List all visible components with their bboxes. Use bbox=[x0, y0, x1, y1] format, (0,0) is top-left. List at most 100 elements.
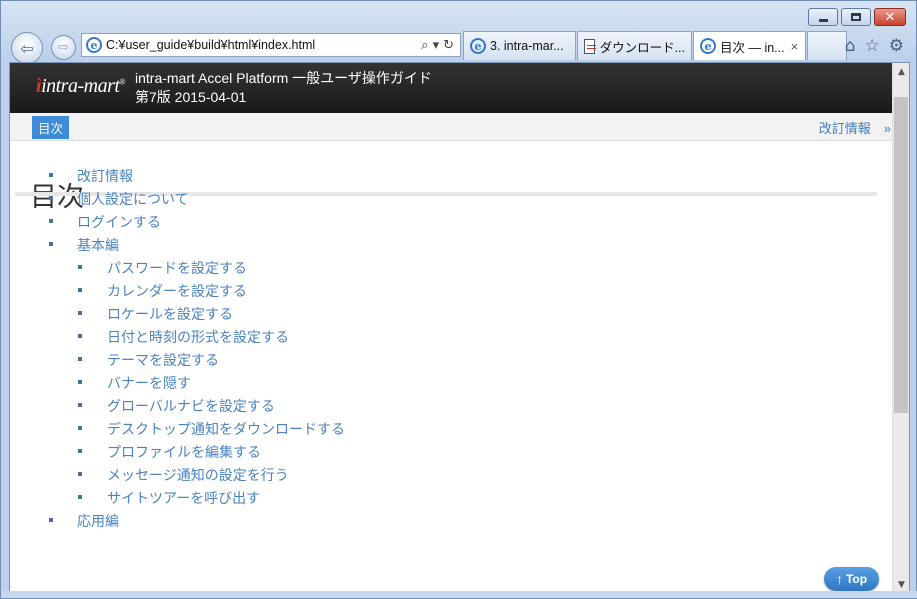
bullet-icon bbox=[78, 403, 82, 407]
refresh-icon[interactable]: ↻ bbox=[443, 38, 454, 53]
toc-item[interactable]: グローバルナビを設定する bbox=[10, 394, 870, 417]
minimize-icon bbox=[818, 18, 828, 22]
bullet-icon bbox=[78, 472, 82, 476]
scroll-up-icon[interactable]: ▲ bbox=[893, 63, 909, 80]
tab-label: 3. intra-mar... bbox=[490, 39, 564, 53]
window-bottom-border bbox=[1, 591, 917, 598]
toc-item[interactable]: カレンダーを設定する bbox=[10, 279, 870, 302]
minimize-button[interactable] bbox=[808, 8, 838, 26]
window-controls: ✕ bbox=[808, 8, 906, 26]
toc-link[interactable]: プロファイルを編集する bbox=[107, 442, 261, 462]
toc-link[interactable]: ログインする bbox=[77, 212, 161, 232]
search-icon[interactable]: ⌕ bbox=[421, 38, 428, 53]
logo-text: intra-mart bbox=[41, 75, 120, 97]
toc-item[interactable]: プロファイルを編集する bbox=[10, 440, 870, 463]
bullet-icon bbox=[78, 495, 82, 499]
bullet-icon bbox=[78, 265, 82, 269]
vertical-scrollbar[interactable]: ▲ ▼ bbox=[892, 63, 909, 591]
toolbar-icons: ⌂ ☆ ⚙ bbox=[845, 36, 904, 56]
toc-item[interactable]: パスワードを設定する bbox=[10, 256, 870, 279]
maximize-icon bbox=[851, 13, 861, 21]
toc-item[interactable]: 応用編 bbox=[10, 509, 870, 532]
toc-item[interactable]: ロケールを設定する bbox=[10, 302, 870, 325]
bullet-icon bbox=[78, 311, 82, 315]
bullet-icon bbox=[78, 288, 82, 292]
tab-intra-mart[interactable]: e 3. intra-mar... bbox=[463, 31, 576, 60]
bullet-icon bbox=[78, 449, 82, 453]
toc-link[interactable]: サイトツアーを呼び出す bbox=[107, 488, 260, 508]
revision-info-link[interactable]: 改訂情報 » bbox=[819, 118, 891, 137]
bullet-icon bbox=[78, 334, 82, 338]
toc-link[interactable]: パスワードを設定する bbox=[107, 258, 247, 278]
toc-link[interactable]: バナーを隠す bbox=[107, 373, 191, 393]
toc-link[interactable]: メッセージ通知の設定を行う bbox=[107, 465, 289, 485]
toc-item[interactable]: ログインする bbox=[10, 210, 870, 233]
scroll-down-icon[interactable]: ▼ bbox=[893, 576, 909, 591]
tab-label: 目次 — in... bbox=[720, 40, 785, 55]
intra-mart-logo[interactable]: ìintra-mart® bbox=[36, 75, 125, 98]
back-button[interactable]: ⇦ bbox=[11, 32, 43, 64]
toc-link[interactable]: 個人設定について bbox=[77, 189, 189, 209]
bullet-icon bbox=[49, 219, 53, 223]
scrollbar-thumb[interactable] bbox=[894, 97, 908, 413]
toc-item[interactable]: 改訂情報 bbox=[10, 164, 870, 187]
favorites-star-icon[interactable]: ☆ bbox=[865, 36, 880, 56]
close-icon: ✕ bbox=[884, 9, 896, 25]
top-label: Top bbox=[845, 572, 868, 586]
new-tab-button[interactable] bbox=[807, 31, 847, 60]
address-url[interactable]: C:¥user_guide¥build¥html¥index.html bbox=[106, 38, 421, 52]
ie-icon: e bbox=[86, 37, 102, 53]
toc-item[interactable]: メッセージ通知の設定を行う bbox=[10, 463, 870, 486]
site-header: ìintra-mart® intra-mart Accel Platform 一… bbox=[10, 63, 909, 113]
forward-button[interactable]: ⇨ bbox=[51, 35, 76, 60]
dropdown-icon[interactable]: ▾ bbox=[433, 38, 440, 53]
toc-item[interactable]: 基本編 bbox=[10, 233, 870, 256]
toc-item[interactable]: サイトツアーを呼び出す bbox=[10, 486, 870, 509]
back-arrow-icon: ⇦ bbox=[20, 38, 34, 58]
toc-link[interactable]: テーマを設定する bbox=[107, 350, 219, 370]
toc-link[interactable]: デスクトップ通知をダウンロードする bbox=[107, 419, 345, 439]
guide-edition: 第7版 2015-04-01 bbox=[135, 89, 247, 105]
tab-download[interactable]: ダウンロード... bbox=[577, 31, 692, 60]
tab-toc[interactable]: e 目次 — in... × bbox=[693, 31, 806, 60]
toc-link[interactable]: カレンダーを設定する bbox=[107, 281, 247, 301]
forward-arrow-icon: ⇨ bbox=[58, 40, 69, 55]
bullet-icon bbox=[49, 196, 53, 200]
toc-link[interactable]: グローバルナビを設定する bbox=[107, 396, 275, 416]
home-icon[interactable]: ⌂ bbox=[845, 36, 856, 56]
toc-item[interactable]: 個人設定について bbox=[10, 187, 870, 210]
toc-link[interactable]: 改訂情報 bbox=[77, 166, 133, 186]
toc-item[interactable]: テーマを設定する bbox=[10, 348, 870, 371]
browser-window: ✕ ⇦ ⇨ e C:¥user_guide¥build¥html¥index.h… bbox=[0, 0, 917, 599]
bullet-icon bbox=[78, 426, 82, 430]
toc-item[interactable]: バナーを隠す bbox=[10, 371, 870, 394]
ie-icon: e bbox=[700, 38, 716, 54]
site-title: intra-mart Accel Platform 一般ユーザ操作ガイド 第7版… bbox=[135, 69, 432, 107]
tab-label: ダウンロード... bbox=[599, 40, 685, 55]
guide-title: intra-mart Accel Platform 一般ユーザ操作ガイド bbox=[135, 70, 432, 86]
arrow-up-icon: ↑ bbox=[835, 571, 843, 587]
navigation-bar: ⇦ ⇨ e C:¥user_guide¥build¥html¥index.htm… bbox=[7, 31, 912, 64]
toc-link[interactable]: ロケールを設定する bbox=[107, 304, 233, 324]
breadcrumb-current[interactable]: 目次 bbox=[32, 116, 70, 139]
toc-list: 改訂情報個人設定について ログインする 基本編パスワードを設定する カレンダーを設定す… bbox=[10, 164, 870, 532]
ie-icon: e bbox=[470, 38, 486, 54]
tab-strip: e 3. intra-mar... ダウンロード... e 目次 — in...… bbox=[463, 31, 847, 60]
gear-icon[interactable]: ⚙ bbox=[889, 36, 904, 56]
toc-link[interactable]: 基本編 bbox=[77, 235, 119, 255]
document-icon bbox=[584, 38, 596, 54]
bullet-icon bbox=[78, 380, 82, 384]
page-viewport: ìintra-mart® intra-mart Accel Platform 一… bbox=[9, 62, 910, 592]
toc-link[interactable]: 日付と時刻の形式を設定する bbox=[107, 327, 289, 347]
bullet-icon bbox=[49, 173, 53, 177]
toc-item[interactable]: デスクトップ通知をダウンロードする bbox=[10, 417, 870, 440]
breadcrumb: 目次 改訂情報 » bbox=[10, 113, 909, 141]
address-bar[interactable]: e C:¥user_guide¥build¥html¥index.html ⌕ … bbox=[81, 33, 461, 57]
bullet-icon bbox=[49, 242, 53, 246]
maximize-button[interactable] bbox=[841, 8, 871, 26]
close-window-button[interactable]: ✕ bbox=[874, 8, 906, 26]
tab-close-icon[interactable]: × bbox=[791, 39, 799, 54]
back-to-top-button[interactable]: ↑ Top bbox=[824, 567, 879, 591]
toc-item[interactable]: 日付と時刻の形式を設定する bbox=[10, 325, 870, 348]
toc-link[interactable]: 応用編 bbox=[77, 511, 119, 531]
